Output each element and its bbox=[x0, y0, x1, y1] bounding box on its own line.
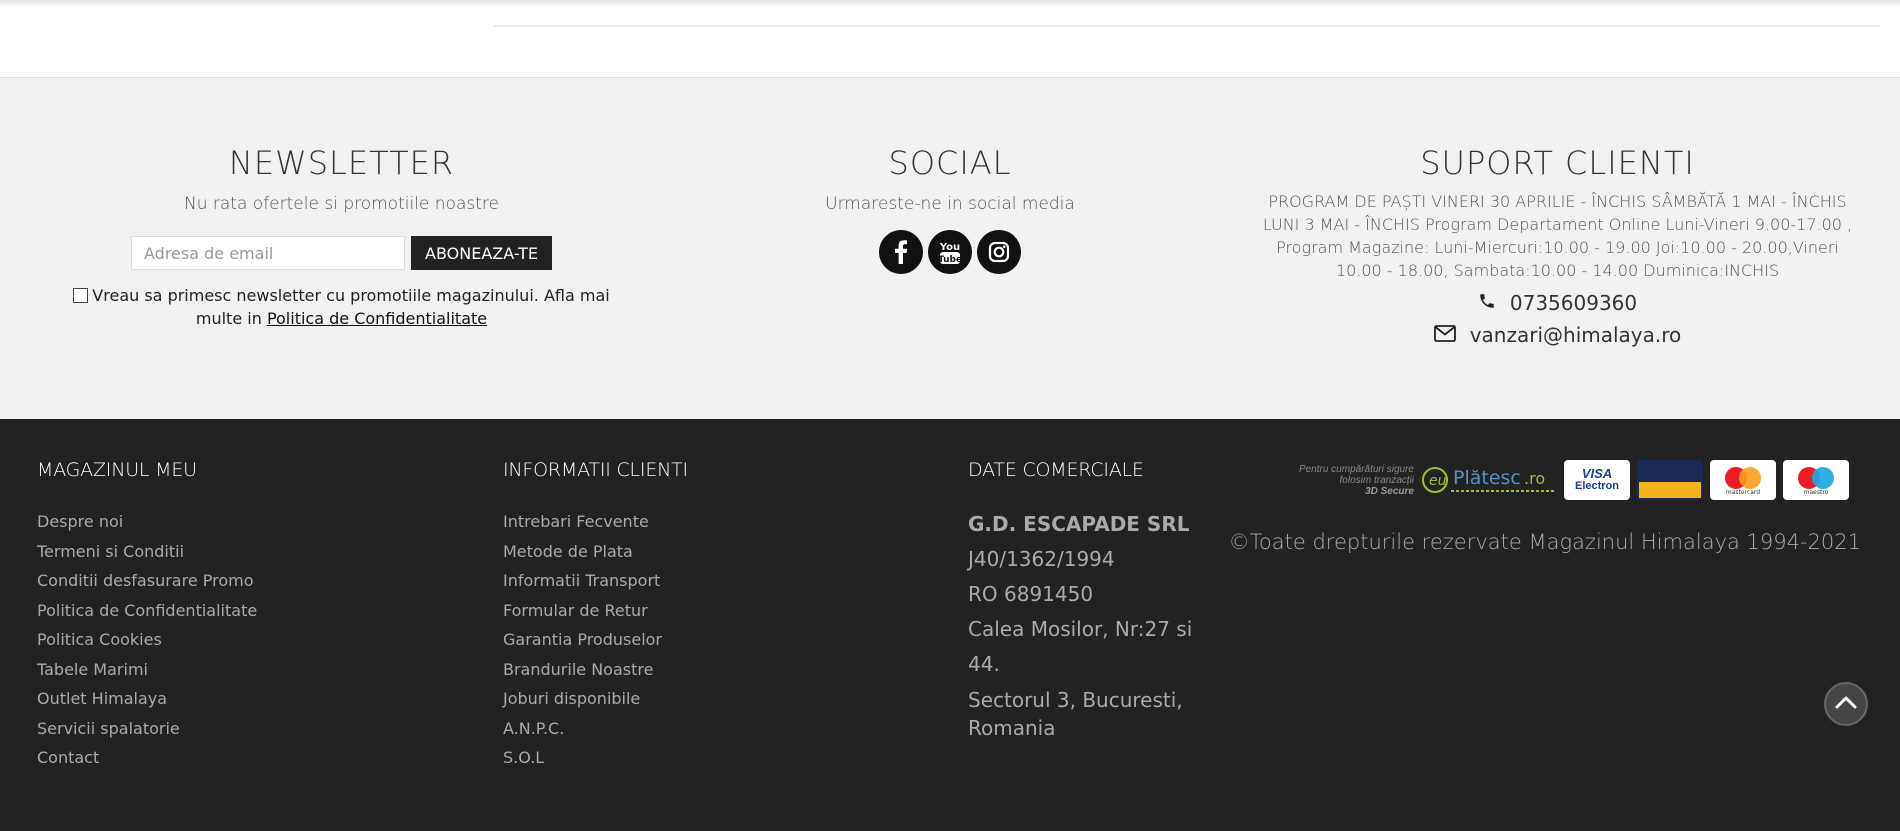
support-section: SUPORT CLIENTI PROGRAM DE PAȘTI VINERI 3… bbox=[1260, 78, 1855, 347]
social-subtitle: Urmareste-ne in social media bbox=[825, 194, 1075, 214]
instagram-icon[interactable] bbox=[977, 230, 1021, 274]
company-reg: J40/1362/1994 bbox=[968, 547, 1115, 571]
footer-link[interactable]: Intrebari Fecvente bbox=[503, 507, 688, 537]
newsletter-consent: Vreau sa primesc newsletter cu promotiil… bbox=[62, 284, 622, 330]
subscribe-button[interactable]: ABONEAZA-TE bbox=[411, 236, 552, 270]
top-shadow bbox=[0, 0, 1900, 8]
top-strip bbox=[0, 0, 1900, 77]
social-title: SOCIAL bbox=[888, 144, 1012, 182]
footer-link[interactable]: Informatii Transport bbox=[503, 566, 688, 596]
footer-col-informatii: INFORMATII CLIENTI Intrebari Fecvente Me… bbox=[503, 459, 688, 773]
footer-informatii-links: Intrebari Fecvente Metode de Plata Infor… bbox=[503, 507, 688, 773]
support-schedule: PROGRAM DE PAȘTI VINERI 30 APRILIE - ÎNC… bbox=[1262, 192, 1853, 280]
company-cui: RO 6891450 bbox=[968, 582, 1094, 606]
back-to-top-button[interactable] bbox=[1824, 682, 1868, 726]
card-logo-blue-yellow bbox=[1637, 460, 1703, 500]
footer-link[interactable]: Formular de Retur bbox=[503, 596, 688, 626]
envelope-icon bbox=[1433, 323, 1456, 347]
footer-link[interactable]: A.N.P.C. bbox=[503, 714, 688, 744]
email-address: vanzari@himalaya.ro bbox=[1469, 323, 1682, 347]
newsletter-form: ABONEAZA-TE bbox=[40, 236, 643, 270]
footer-magazin-title: MAGAZINUL MEU bbox=[37, 459, 197, 481]
footer-link[interactable]: Termeni si Conditii bbox=[37, 537, 257, 567]
svg-text:eu: eu bbox=[1429, 473, 1447, 489]
svg-text:Plătesc: Plătesc bbox=[1453, 467, 1521, 489]
support-title: SUPORT CLIENTI bbox=[1420, 144, 1695, 182]
footer-link[interactable]: Servicii spalatorie bbox=[37, 714, 257, 744]
secure-note: Pentru cumpărături sigure folosim tranza… bbox=[1298, 463, 1414, 497]
maestro-logo: maestro bbox=[1783, 460, 1849, 500]
chevron-up-icon bbox=[1835, 695, 1857, 714]
newsletter-subtitle: Nu rata ofertele si promotiile noastre bbox=[184, 194, 499, 214]
footer-link[interactable]: Outlet Himalaya bbox=[37, 684, 257, 714]
newsletter-title: NEWSLETTER bbox=[228, 144, 455, 182]
svg-text:You: You bbox=[939, 242, 960, 253]
support-email[interactable]: vanzari@himalaya.ro bbox=[1260, 323, 1855, 347]
consent-checkbox[interactable] bbox=[73, 288, 89, 303]
newsletter-section: NEWSLETTER Nu rata ofertele si promotiil… bbox=[40, 78, 643, 330]
facebook-icon[interactable] bbox=[879, 230, 923, 274]
email-input[interactable] bbox=[131, 236, 405, 270]
phone-icon bbox=[1478, 291, 1496, 315]
svg-text:mastercard: mastercard bbox=[1726, 489, 1760, 495]
footer: MAGAZINUL MEU Despre noi Termeni si Cond… bbox=[0, 419, 1900, 831]
footer-link[interactable]: Metode de Plata bbox=[503, 537, 688, 567]
euplatesc-logo: eu Plătesc .ro bbox=[1421, 460, 1557, 500]
footer-link[interactable]: Politica Cookies bbox=[37, 625, 257, 655]
footer-link[interactable]: Joburi disponibile bbox=[503, 684, 688, 714]
company-address-1: Calea Mosilor, Nr:27 si 44. bbox=[968, 617, 1193, 676]
youtube-icon[interactable]: You Tube bbox=[928, 230, 972, 274]
footer-link[interactable]: Garantia Produselor bbox=[503, 625, 688, 655]
footer-magazin-links: Despre noi Termeni si Conditii Conditii … bbox=[37, 507, 257, 773]
visa-electron-logo: VISA Electron bbox=[1564, 460, 1630, 500]
company-details: G.D. ESCAPADE SRL J40/1362/1994 RO 68914… bbox=[968, 507, 1228, 742]
top-divider bbox=[494, 25, 1880, 27]
footer-link[interactable]: Politica de Confidentialitate bbox=[37, 596, 257, 626]
footer-link[interactable]: Despre noi bbox=[37, 507, 257, 537]
footer-link[interactable]: Tabele Marimi bbox=[37, 655, 257, 685]
footer-link[interactable]: Contact bbox=[37, 743, 257, 773]
svg-text:Tube: Tube bbox=[939, 255, 961, 265]
svg-text:maestro: maestro bbox=[1804, 489, 1829, 495]
company-address-2: Sectorul 3, Bucuresti, Romania bbox=[968, 688, 1183, 740]
info-band: NEWSLETTER Nu rata ofertele si promotiil… bbox=[0, 77, 1900, 419]
phone-number: 0735609360 bbox=[1509, 291, 1638, 315]
svg-text:.ro: .ro bbox=[1524, 469, 1545, 488]
footer-col-magazin: MAGAZINUL MEU Despre noi Termeni si Cond… bbox=[37, 459, 257, 773]
support-phone[interactable]: 0735609360 bbox=[1260, 291, 1855, 315]
footer-link[interactable]: S.O.L bbox=[503, 743, 688, 773]
footer-informatii-title: INFORMATII CLIENTI bbox=[503, 459, 688, 481]
company-name: G.D. ESCAPADE SRL bbox=[968, 512, 1190, 536]
footer-link[interactable]: Brandurile Noastre bbox=[503, 655, 688, 685]
social-icons: You Tube bbox=[720, 230, 1180, 274]
privacy-policy-link[interactable]: Politica de Confidentialitate bbox=[267, 309, 487, 328]
payment-logos: Pentru cumpărături sigure folosim tranza… bbox=[1294, 460, 1849, 500]
footer-comerciale-title: DATE COMERCIALE bbox=[968, 459, 1144, 481]
footer-col-comerciale: DATE COMERCIALE G.D. ESCAPADE SRL J40/13… bbox=[968, 459, 1228, 742]
social-section: SOCIAL Urmareste-ne in social media You … bbox=[720, 78, 1180, 274]
mastercard-logo: mastercard bbox=[1710, 460, 1776, 500]
copyright: ©Toate drepturile rezervate Magazinul Hi… bbox=[1228, 530, 1861, 554]
footer-link[interactable]: Conditii desfasurare Promo bbox=[37, 566, 257, 596]
